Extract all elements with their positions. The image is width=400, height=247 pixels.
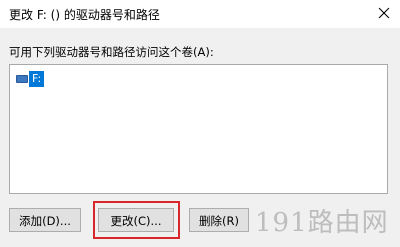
drive-path-listbox[interactable]: F: — [9, 64, 388, 194]
list-item-label: F: — [29, 71, 45, 87]
instruction-label: 可用下列驱动器号和路径访问这个卷(A): — [9, 45, 214, 59]
window-title: 更改 F: () 的驱动器号和路径 — [9, 8, 160, 22]
add-button[interactable]: 添加(D)... — [9, 208, 81, 232]
change-drive-letter-dialog: 更改 F: () 的驱动器号和路径 可用下列驱动器号和路径访问这个卷(A): F… — [0, 0, 400, 247]
title-bar: 更改 F: () 的驱动器号和路径 — [0, 0, 400, 28]
watermark: 191路由网 — [255, 208, 389, 238]
delete-button[interactable]: 删除(R) — [189, 208, 249, 232]
close-icon — [378, 7, 390, 19]
list-item[interactable]: F: — [16, 71, 45, 87]
close-button[interactable] — [370, 0, 400, 28]
drive-icon — [16, 75, 28, 83]
change-button[interactable]: 更改(C)... — [98, 208, 174, 232]
